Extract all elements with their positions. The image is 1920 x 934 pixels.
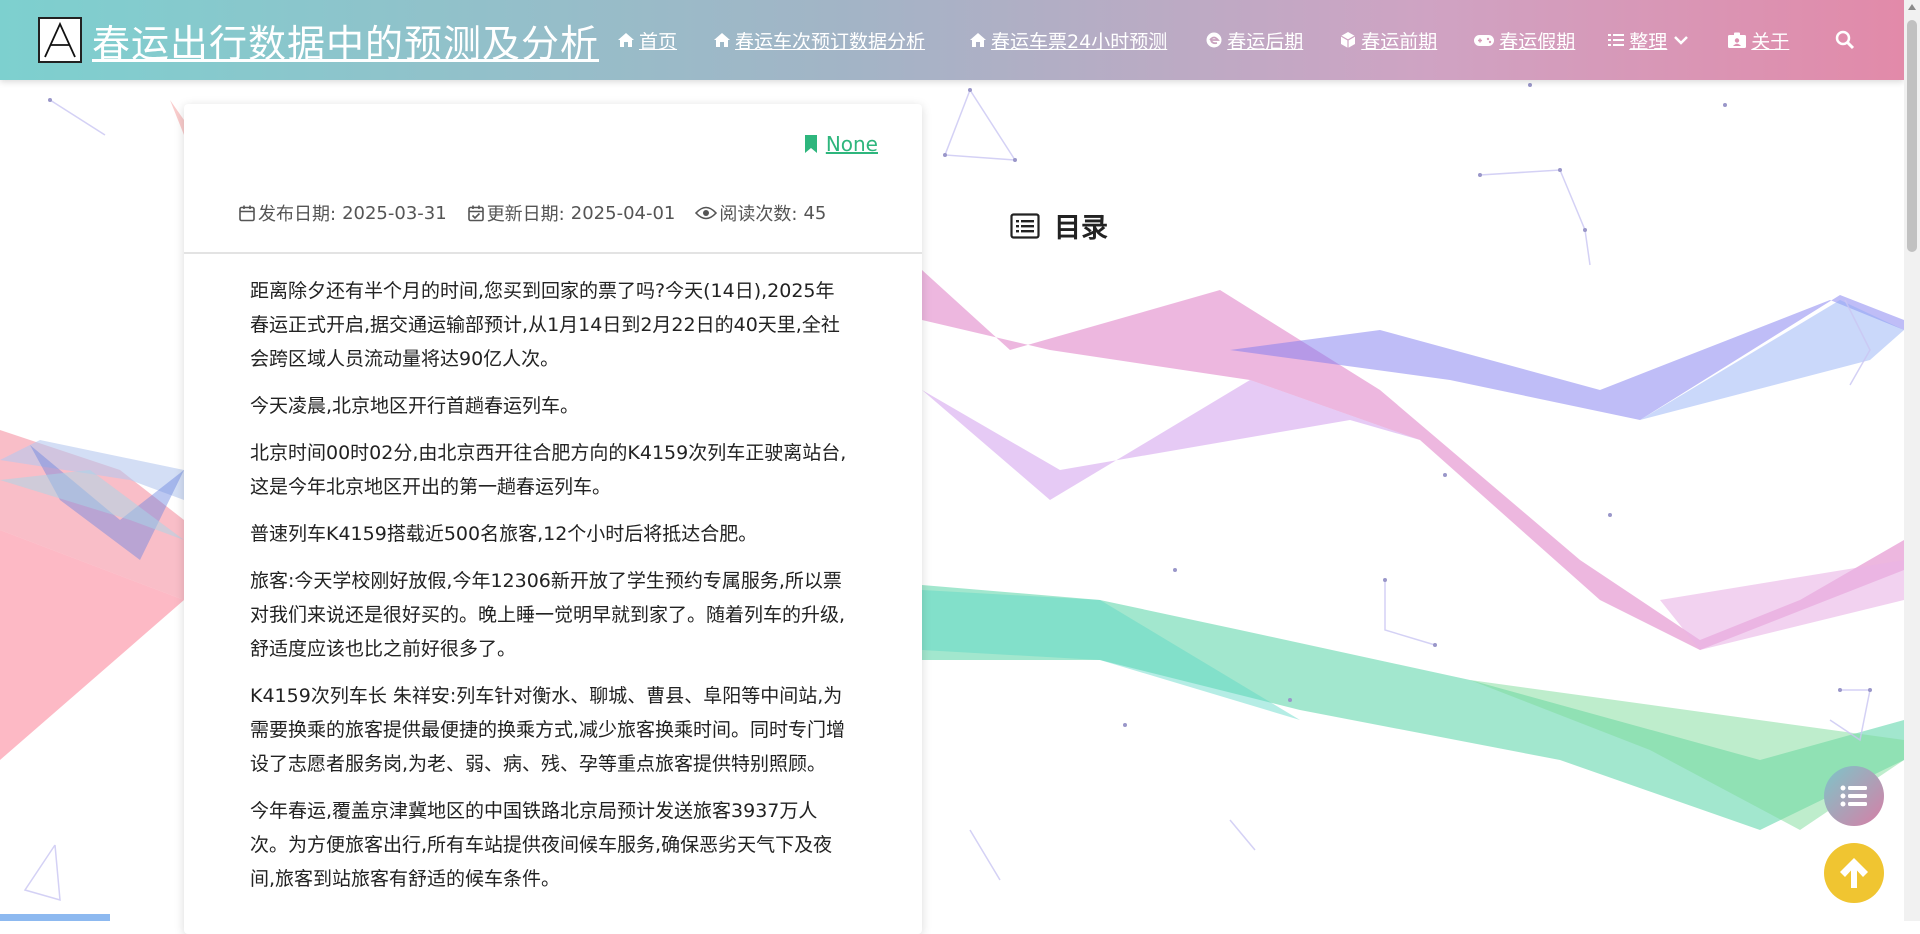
view-count: 阅读次数: 45	[695, 200, 826, 226]
list-icon	[1608, 34, 1625, 46]
view-count-value: 45	[803, 202, 827, 224]
bookmark-icon	[804, 135, 817, 153]
nav-item-holiday[interactable]: 春运假期	[1473, 27, 1575, 54]
nav-item-label: 春运假期	[1499, 30, 1576, 53]
nav-item-label: 首页	[639, 30, 678, 53]
update-date-value: 2025-04-01	[570, 202, 676, 224]
scrollbar-thumb[interactable]	[1907, 20, 1917, 252]
article-paragraph: 今年春运,覆盖京津冀地区的中国铁路北京局预计发送旅客3937万人次。为方便旅客出…	[250, 800, 833, 890]
search-button[interactable]	[1835, 30, 1859, 50]
card-divider	[184, 252, 922, 254]
toc-heading: 目录	[1010, 206, 1108, 245]
arrow-up-icon	[1840, 858, 1868, 888]
update-date: 更新日期: 2025-04-01	[467, 200, 676, 226]
main-nav: 首页 春运车次预订数据分析 春运车票24小时预测 春运后期 春运前期 春运假期 …	[609, 27, 1859, 54]
article-paragraph: 距离除夕还有半个月的时间,您买到回家的票了吗?今天(14日),2025年春运正式…	[250, 280, 840, 370]
site-logo	[38, 17, 82, 63]
search-icon	[1836, 30, 1855, 50]
nav-item-early-period[interactable]: 春运前期	[1339, 27, 1437, 54]
update-date-label: 更新日期:	[486, 204, 565, 225]
article-meta: 发布日期: 2025-03-31 更新日期: 2025-04-01 阅读次数: …	[238, 200, 846, 226]
nav-item-ticket-forecast[interactable]: 春运车票24小时预测	[969, 27, 1167, 54]
publish-date-label: 发布日期:	[258, 204, 337, 225]
publish-date: 发布日期: 2025-03-31	[238, 200, 447, 226]
nav-item-booking-analysis[interactable]: 春运车次预订数据分析	[713, 27, 925, 54]
eye-icon	[695, 206, 718, 220]
tag-label: None	[825, 132, 878, 156]
view-count-label: 阅读次数:	[719, 204, 798, 225]
calendar-check-icon	[467, 205, 484, 222]
scroll-up-arrow[interactable]	[1908, 4, 1916, 10]
article-card: None 发布日期: 2025-03-31 更新日期: 2025-04-01 阅…	[184, 104, 922, 934]
edge-icon	[1206, 32, 1222, 48]
logo-a-icon	[44, 21, 76, 58]
article-paragraph: K4159次列车长 朱祥安:列车针对衡水、聊城、曹县、阜阳等中间站,为需要换乘的…	[250, 685, 846, 775]
site-brand-link[interactable]: 春运出行数据中的预测及分析	[38, 13, 599, 68]
article-paragraph: 今天凌晨,北京地区开行首趟春运列车。	[250, 395, 580, 417]
toc-toggle-button[interactable]	[1824, 766, 1884, 826]
top-navbar: 春运出行数据中的预测及分析 首页 春运车次预订数据分析 春运车票24小时预测 春…	[0, 0, 1904, 80]
nav-item-label: 春运车次预订数据分析	[735, 30, 926, 53]
article-paragraph: 旅客:今天学校刚好放假,今年12306新开放了学生预约专属服务,所以票对我们来说…	[250, 570, 846, 660]
calendar-icon	[239, 205, 255, 222]
list-icon	[1840, 785, 1867, 807]
article-paragraph: 北京时间00时02分,由北京西开往合肥方向的K4159次列车正驶离站台,这是今年…	[250, 442, 847, 498]
id-card-icon	[1728, 32, 1747, 48]
chevron-down-icon	[1674, 36, 1689, 45]
nav-item-home[interactable]: 首页	[617, 27, 677, 54]
site-title: 春运出行数据中的预测及分析	[92, 21, 600, 66]
article-content: 距离除夕还有半个月的时间,您买到回家的票了吗?今天(14日),2025年春运正式…	[250, 274, 850, 909]
toc-title: 目录	[1054, 213, 1108, 244]
gamepad-icon	[1474, 35, 1495, 46]
back-to-top-button[interactable]	[1824, 843, 1884, 903]
list-alt-icon	[1010, 212, 1040, 239]
article-tag[interactable]: None	[804, 132, 878, 156]
nav-item-about[interactable]: 关于	[1727, 27, 1789, 54]
nav-item-organize-dropdown[interactable]: 整理	[1607, 27, 1693, 54]
nav-item-label: 春运前期	[1361, 30, 1438, 53]
nav-item-label: 春运后期	[1227, 30, 1304, 53]
nav-item-label: 整理	[1629, 30, 1668, 53]
vertical-scrollbar[interactable]	[1904, 0, 1920, 921]
home-icon	[714, 33, 731, 47]
nav-item-late-period[interactable]: 春运后期	[1205, 27, 1303, 54]
publish-date-value: 2025-03-31	[342, 202, 447, 224]
cube-icon	[1340, 32, 1356, 48]
nav-item-label: 关于	[1751, 30, 1790, 53]
home-icon	[970, 33, 987, 47]
article-paragraph: 普速列车K4159搭载近500名旅客,12个小时后将抵达合肥。	[250, 523, 758, 545]
nav-item-label: 春运车票24小时预测	[991, 30, 1168, 53]
home-icon	[618, 33, 635, 47]
